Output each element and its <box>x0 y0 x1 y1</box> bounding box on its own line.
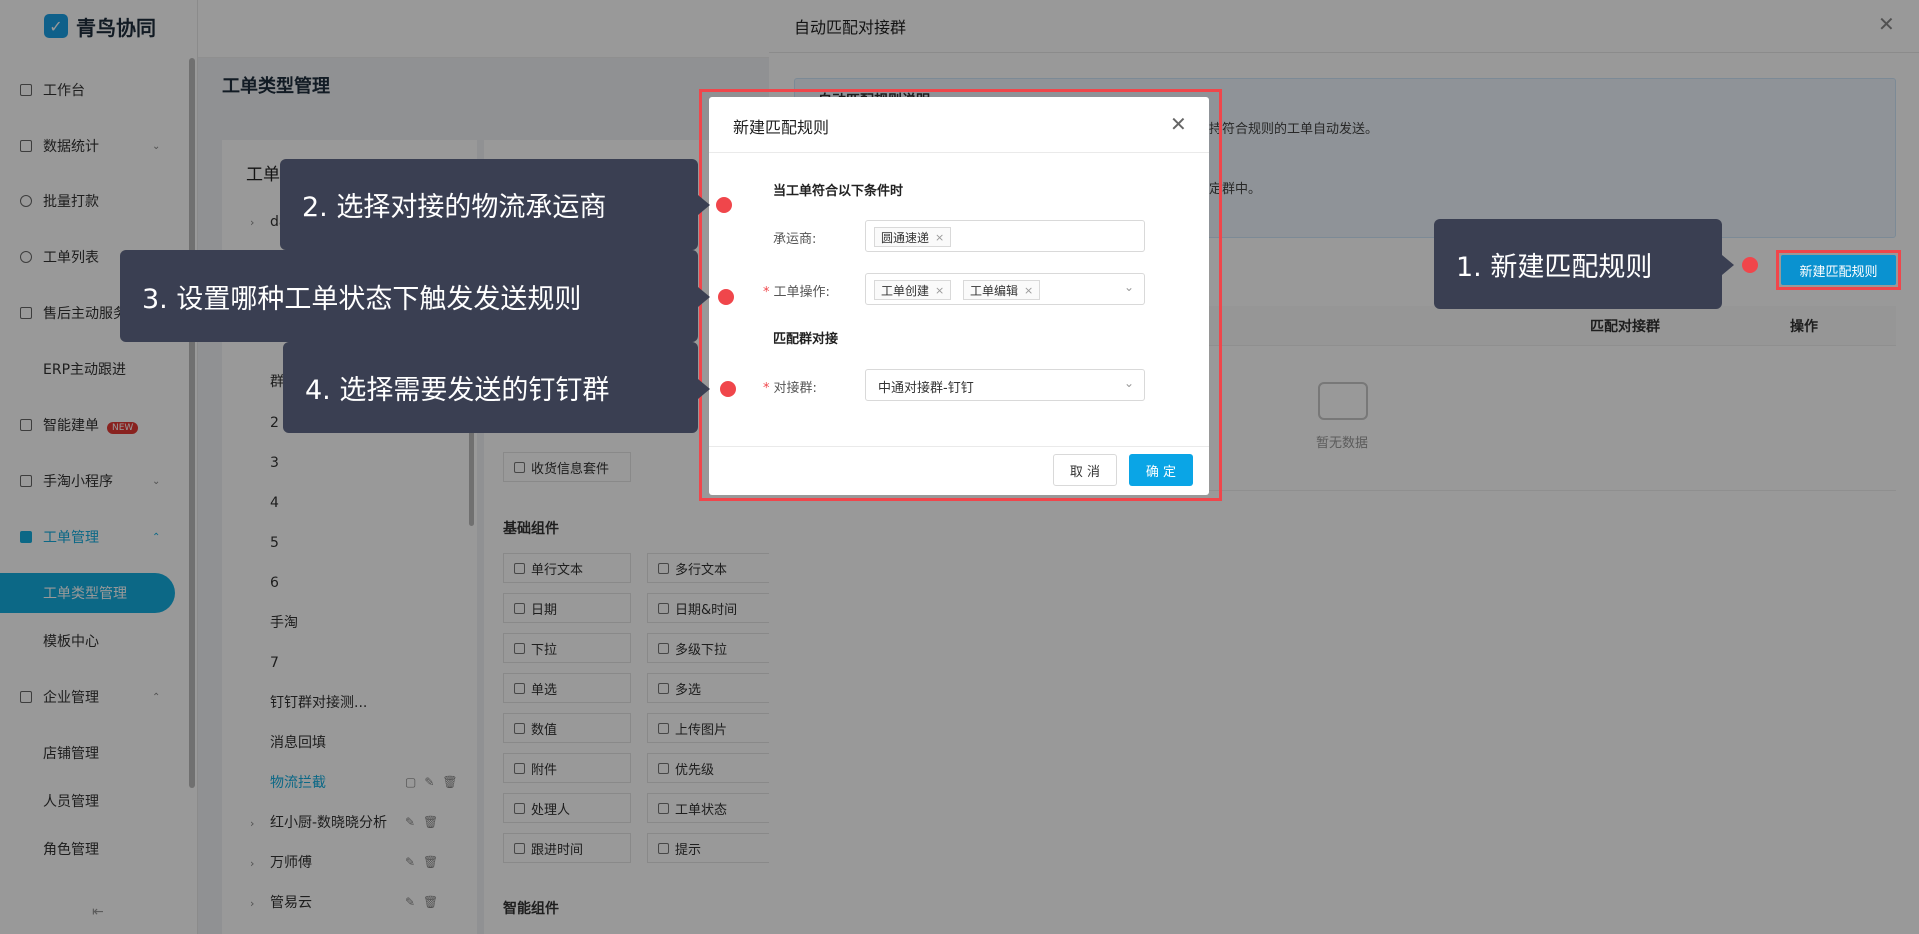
group-select[interactable]: 中通对接群-钉钉 ⌄ <box>865 369 1145 401</box>
callout-pointer <box>698 287 710 307</box>
divider <box>709 446 1209 447</box>
callout-step-3: 3. 设置哪种工单状态下触发发送规则 <box>120 250 698 342</box>
callout-step-2: 2. 选择对接的物流承运商 <box>280 159 698 250</box>
match-section-title: 匹配群对接 <box>773 332 839 347</box>
chevron-down-icon: ⌄ <box>1123 280 1134 294</box>
carrier-select[interactable]: 圆通速递 × <box>865 220 1145 252</box>
callout-pointer <box>698 195 710 215</box>
new-rule-button[interactable]: 新建匹配规则 <box>1781 255 1896 285</box>
confirm-button[interactable]: 确 定 <box>1129 454 1193 486</box>
operation-label: * 工单操作: <box>763 285 830 300</box>
close-icon[interactable]: × <box>1024 284 1033 297</box>
callout-dot <box>1742 257 1758 273</box>
close-icon[interactable]: × <box>935 231 944 244</box>
close-icon[interactable]: × <box>935 284 944 297</box>
callout-dot <box>718 289 734 305</box>
operation-tag: 工单创建 × <box>874 280 952 300</box>
group-label: * 对接群: <box>763 381 817 396</box>
callout-step-4: 4. 选择需要发送的钉钉群 <box>283 342 698 433</box>
operation-select[interactable]: 工单创建 × 工单编辑 × ⌄ <box>865 273 1145 305</box>
callout-dot <box>716 197 732 213</box>
chevron-down-icon: ⌄ <box>1123 376 1134 390</box>
page-mask[interactable] <box>0 0 769 934</box>
carrier-label: 承运商: <box>773 232 817 247</box>
operation-tag: 工单编辑 × <box>963 280 1041 300</box>
modal-title: 新建匹配规则 <box>733 118 830 137</box>
group-select-value: 中通对接群-钉钉 <box>878 381 974 396</box>
cancel-button[interactable]: 取 消 <box>1053 454 1117 486</box>
callout-pointer <box>698 379 710 399</box>
condition-section-title: 当工单符合以下条件时 <box>773 184 904 199</box>
callout-pointer <box>1722 255 1734 275</box>
divider <box>709 152 1209 153</box>
close-icon[interactable]: ✕ <box>1170 112 1187 136</box>
callout-step-1: 1. 新建匹配规则 <box>1434 219 1722 309</box>
carrier-tag: 圆通速递 × <box>874 227 952 247</box>
callout-dot <box>720 381 736 397</box>
